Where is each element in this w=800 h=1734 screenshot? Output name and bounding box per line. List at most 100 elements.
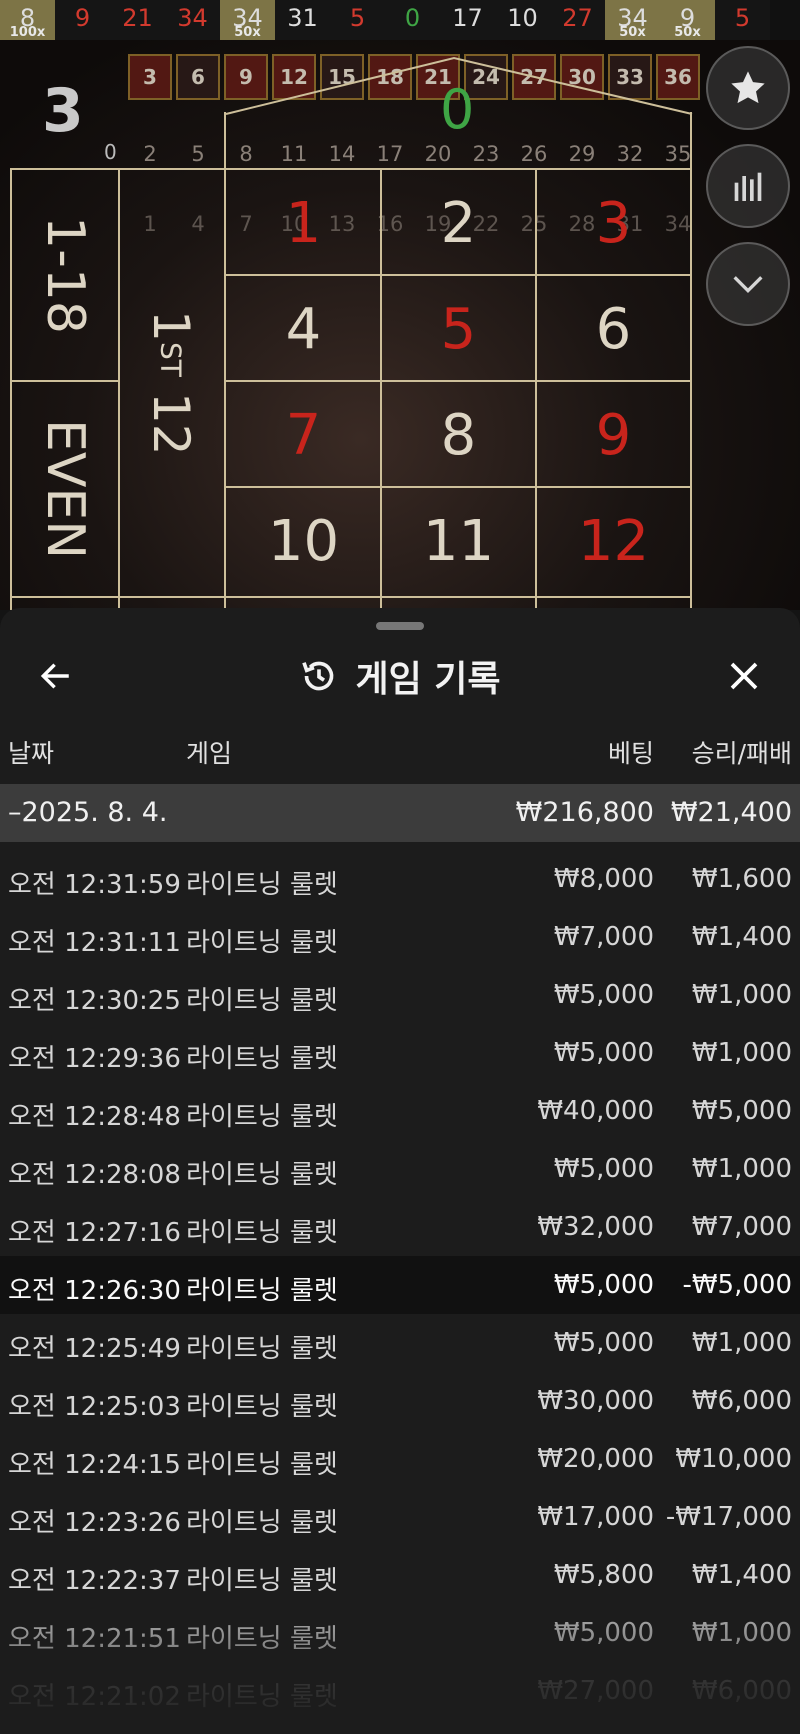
result-number: 10 — [507, 4, 538, 32]
history-icon — [302, 661, 334, 691]
background-board-number: 20 — [424, 142, 452, 166]
background-board-number: 8 — [239, 142, 253, 166]
header-winloss: 승리/패배 — [691, 739, 792, 768]
history-row[interactable]: 오전 12:28:08 라이트닝 룰렛 ₩5,000 ₩1,000 — [0, 1140, 800, 1198]
row-game: 라이트닝 룰렛 — [186, 870, 338, 900]
history-row[interactable]: 오전 12:31:59 라이트닝 룰렛 ₩8,000 ₩1,600 — [0, 850, 800, 908]
background-board-number: 29 — [568, 142, 596, 166]
row-winloss: ₩1,000 — [691, 980, 792, 1010]
result-item: 34 50x — [605, 0, 660, 40]
row-winloss: ₩6,000 — [691, 1386, 792, 1416]
row-time: 오전 12:25:49 — [8, 1334, 181, 1364]
row-game: 라이트닝 룰렛 — [186, 986, 338, 1016]
row-winloss: ₩6,000 — [691, 1676, 792, 1706]
background-zero: 0 — [104, 140, 117, 164]
result-item: 0 — [385, 0, 440, 40]
row-winloss: ₩1,000 — [691, 1154, 792, 1184]
bet-even[interactable]: EVEN — [12, 382, 118, 596]
row-bet: ₩27,000 — [537, 1676, 654, 1706]
result-item: 5 — [330, 0, 385, 40]
column-headers: 날짜 게임 베팅 승리/패배 — [0, 730, 800, 770]
row-winloss: ₩1,400 — [691, 1560, 792, 1590]
row-bet: ₩5,000 — [553, 1270, 654, 1300]
drag-handle[interactable] — [376, 622, 424, 630]
row-winloss: ₩1,000 — [691, 1328, 792, 1358]
row-bet: ₩5,000 — [553, 1618, 654, 1648]
group-bet-total: ₩216,800 — [515, 797, 654, 828]
group-date: –2025. 8. 4. — [8, 797, 168, 828]
close-icon — [730, 662, 758, 690]
bet-number-8[interactable]: 8 — [381, 382, 536, 488]
row-winloss: ₩5,000 — [691, 1096, 792, 1126]
bet-number-5[interactable]: 5 — [381, 276, 536, 382]
row-bet: ₩5,000 — [553, 980, 654, 1010]
bet-number-7[interactable]: 7 — [226, 382, 381, 488]
bet-1st-dozen[interactable]: 1 ST 12 — [118, 170, 224, 596]
row-bet: ₩5,800 — [553, 1560, 654, 1590]
row-time: 오전 12:28:08 — [8, 1160, 181, 1190]
bet-number-3[interactable]: 3 — [536, 170, 691, 276]
favorites-button[interactable] — [706, 46, 790, 130]
row-bet: ₩5,000 — [553, 1038, 654, 1068]
statistics-button[interactable] — [706, 144, 790, 228]
bet-number-12[interactable]: 12 — [536, 488, 691, 594]
row-winloss: ₩1,000 — [691, 1618, 792, 1648]
history-row[interactable]: 오전 12:28:48 라이트닝 룰렛 ₩40,000 ₩5,000 — [0, 1082, 800, 1140]
row-bet: ₩20,000 — [537, 1444, 654, 1474]
bet-number-10[interactable]: 10 — [226, 488, 381, 594]
bet-number-1[interactable]: 1 — [226, 170, 381, 276]
result-item: 27 — [550, 0, 605, 40]
header-game: 게임 — [186, 739, 233, 768]
zero-bet-spot[interactable]: 0 — [440, 78, 474, 141]
history-row[interactable]: 오전 12:29:36 라이트닝 룰렛 ₩5,000 ₩1,000 — [0, 1024, 800, 1082]
row-game: 라이트닝 룰렛 — [186, 1102, 338, 1132]
collapse-button[interactable] — [706, 242, 790, 326]
history-row[interactable]: 오전 12:23:26 라이트닝 룰렛 ₩17,000 -₩17,000 — [0, 1488, 800, 1546]
history-row[interactable]: 오전 12:25:49 라이트닝 룰렛 ₩5,000 ₩1,000 — [0, 1314, 800, 1372]
result-number: 5 — [349, 4, 366, 32]
bet-number-2[interactable]: 2 — [381, 170, 536, 276]
background-board-number: 35 — [664, 142, 692, 166]
group-win-total: ₩21,400 — [670, 797, 792, 828]
background-board-number: 6 — [176, 54, 220, 100]
row-time: 오전 12:25:03 — [8, 1392, 181, 1422]
bet-number-6[interactable]: 6 — [536, 276, 691, 382]
background-board-number: 17 — [376, 142, 404, 166]
history-row[interactable]: 오전 12:31:11 라이트닝 룰렛 ₩7,000 ₩1,400 — [0, 908, 800, 966]
history-row[interactable]: 오전 12:21:51 라이트닝 룰렛 ₩5,000 ₩1,000 — [0, 1604, 800, 1662]
row-game: 라이트닝 룰렛 — [186, 1508, 338, 1538]
row-game: 라이트닝 룰렛 — [186, 1218, 338, 1248]
bet-1-18[interactable]: 1-18 — [12, 170, 118, 380]
row-time: 오전 12:26:30 — [8, 1276, 181, 1306]
row-bet: ₩32,000 — [537, 1212, 654, 1242]
history-row[interactable]: 오전 12:24:15 라이트닝 룰렛 ₩20,000 ₩10,000 — [0, 1430, 800, 1488]
close-button[interactable] — [720, 652, 768, 700]
history-row[interactable]: 오전 12:25:03 라이트닝 룰렛 ₩30,000 ₩6,000 — [0, 1372, 800, 1430]
bet-number-9[interactable]: 9 — [536, 382, 691, 488]
row-time: 오전 12:22:37 — [8, 1566, 181, 1596]
history-row[interactable]: 오전 12:27:16 라이트닝 룰렛 ₩32,000 ₩7,000 — [0, 1198, 800, 1256]
result-number: 0 — [404, 4, 421, 32]
result-item: 34 50x — [220, 0, 275, 40]
row-winloss: -₩17,000 — [665, 1502, 792, 1532]
row-bet: ₩40,000 — [537, 1096, 654, 1126]
result-item: 10 — [495, 0, 550, 40]
panel-header: 게임 기록 — [0, 650, 800, 702]
result-item: 34 — [165, 0, 220, 40]
bet-number-11[interactable]: 11 — [381, 488, 536, 594]
result-item: 31 — [275, 0, 330, 40]
row-time: 오전 12:27:16 — [8, 1218, 181, 1248]
history-row[interactable]: 오전 12:26:30 라이트닝 룰렛 ₩5,000 -₩5,000 — [0, 1256, 800, 1314]
row-time: 오전 12:29:36 — [8, 1044, 181, 1074]
game-view: 3 6 9 12 15 18 21 24 27 30 33 36 2 5 8 11 14 17 20 23 26 29 3… — [0, 40, 800, 610]
date-group-row[interactable]: –2025. 8. 4. ₩216,800 ₩21,400 — [0, 784, 800, 842]
history-row[interactable]: 오전 12:30:25 라이트닝 룰렛 ₩5,000 ₩1,000 — [0, 966, 800, 1024]
row-winloss: ₩1,600 — [691, 864, 792, 894]
history-row[interactable]: 오전 12:21:02 라이트닝 룰렛 ₩27,000 ₩6,000 — [0, 1662, 800, 1720]
row-game: 라이트닝 룰렛 — [186, 1160, 338, 1190]
row-time: 오전 12:21:51 — [8, 1624, 181, 1654]
row-time: 오전 12:28:48 — [8, 1102, 181, 1132]
bet-number-4[interactable]: 4 — [226, 276, 381, 382]
history-row[interactable]: 오전 12:22:37 라이트닝 룰렛 ₩5,800 ₩1,400 — [0, 1546, 800, 1604]
row-time: 오전 12:31:59 — [8, 870, 181, 900]
